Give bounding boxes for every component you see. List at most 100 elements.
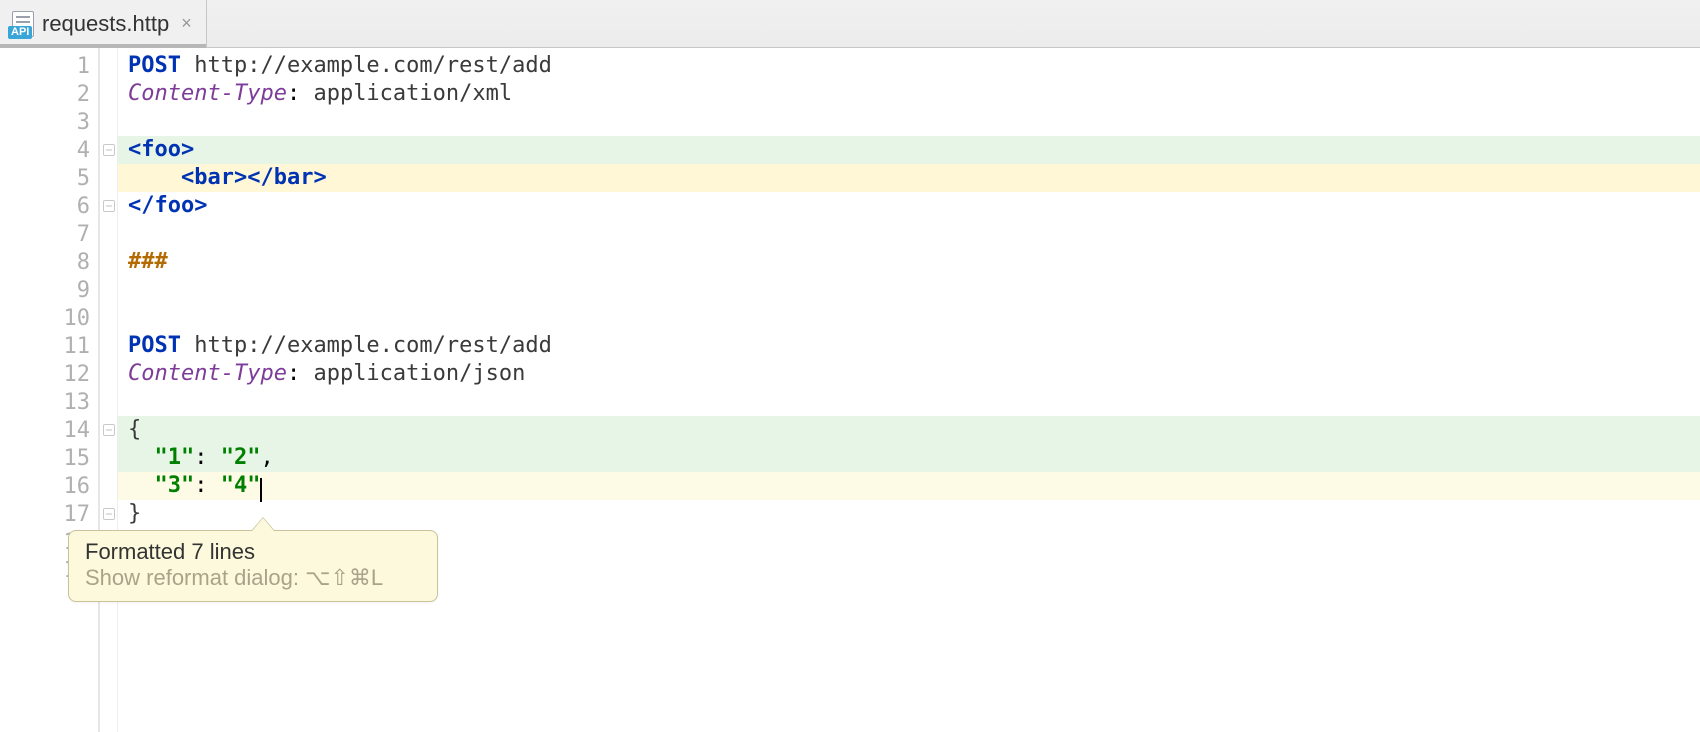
code-line[interactable]: <foo> [118,136,1700,164]
code-line[interactable] [118,276,1700,304]
line-number: 1 [62,54,90,79]
fold-toggle-icon[interactable] [103,200,115,212]
fold-row [100,80,117,108]
xml-tag: foo [141,137,181,162]
line-number: 15 [62,446,90,471]
tab-label: requests.http [42,11,169,37]
code-line[interactable]: ### [118,248,1700,276]
json-key: "3" [155,473,195,498]
fold-row [100,248,117,276]
json-value: "4" [221,473,261,498]
tooltip-title: Formatted 7 lines [85,539,421,565]
line-number: 6 [62,194,90,219]
tab-requests-http[interactable]: API requests.http × [0,0,207,47]
gutter-row[interactable]: 16 [0,472,98,500]
fold-row [100,192,117,220]
gutter-row[interactable]: 1 [0,52,98,80]
line-number: 2 [62,82,90,107]
json-key: "1" [155,445,195,470]
code-line[interactable] [118,304,1700,332]
line-number: 12 [62,362,90,387]
header-name: Content-Type [128,81,287,106]
line-number: 11 [62,334,90,359]
fold-row [100,388,117,416]
gutter-row[interactable]: 17 [0,500,98,528]
close-icon[interactable]: × [181,13,192,34]
editor: 12345678910111213141516171819 POST http:… [0,48,1700,732]
request-url: http://example.com/rest/add [194,53,552,78]
text-caret [260,478,262,502]
code-line[interactable] [118,388,1700,416]
line-number: 7 [62,222,90,247]
xml-tag: bar [194,165,234,190]
line-number: 4 [62,138,90,163]
fold-row [100,416,117,444]
code-line[interactable]: "1": "2", [118,444,1700,472]
request-url: http://example.com/rest/add [194,333,552,358]
http-method: POST [128,333,181,358]
line-number: 13 [62,390,90,415]
fold-toggle-icon[interactable] [103,424,115,436]
header-value: application/json [313,361,525,386]
code-line[interactable]: POST http://example.com/rest/add [118,332,1700,360]
fold-row [100,304,117,332]
xml-tag: bar [274,165,314,190]
fold-row [100,52,117,80]
fold-row [100,164,117,192]
gutter-row[interactable]: 12 [0,360,98,388]
http-file-icon: API [10,11,36,37]
header-name: Content-Type [128,361,287,386]
xml-tag: foo [155,193,195,218]
notification-tooltip: Formatted 7 lines Show reformat dialog: … [68,530,438,602]
gutter-row[interactable]: 11 [0,332,98,360]
fold-row [100,276,117,304]
line-number: 17 [62,502,90,527]
fold-toggle-icon[interactable] [103,144,115,156]
gutter-row[interactable]: 8 [0,248,98,276]
file-icon-badge: API [8,26,32,39]
request-separator: ### [128,249,168,274]
code-line[interactable]: Content-Type: application/json [118,360,1700,388]
fold-row [100,360,117,388]
code-line[interactable]: { [118,416,1700,444]
gutter-row[interactable]: 13 [0,388,98,416]
fold-toggle-icon[interactable] [103,508,115,520]
gutter-row[interactable]: 6 [0,192,98,220]
line-number: 3 [62,110,90,135]
gutter-row[interactable]: 5 [0,164,98,192]
line-number: 10 [62,306,90,331]
http-method: POST [128,53,181,78]
line-number: 14 [62,418,90,443]
code-line[interactable]: </foo> [118,192,1700,220]
code-line[interactable]: POST http://example.com/rest/add [118,52,1700,80]
gutter-row[interactable]: 2 [0,80,98,108]
header-value: application/xml [313,81,512,106]
code-area[interactable]: POST http://example.com/rest/add Content… [118,48,1700,732]
json-brace: { [128,417,141,442]
code-line[interactable]: <bar></bar> [118,164,1700,192]
line-number: 5 [62,166,90,191]
gutter-row[interactable]: 14 [0,416,98,444]
fold-row [100,332,117,360]
line-number: 8 [62,250,90,275]
gutter-row[interactable]: 3 [0,108,98,136]
code-line[interactable]: "3": "4" [118,472,1700,500]
fold-row [100,108,117,136]
code-line[interactable]: Content-Type: application/xml [118,80,1700,108]
gutter-row[interactable]: 15 [0,444,98,472]
gutter-row[interactable]: 4 [0,136,98,164]
json-brace: } [128,501,141,526]
fold-row [100,472,117,500]
fold-row [100,500,117,528]
code-line[interactable] [118,220,1700,248]
gutter-row[interactable]: 7 [0,220,98,248]
code-line[interactable] [118,108,1700,136]
fold-column [100,48,118,732]
fold-row [100,220,117,248]
gutter-row[interactable]: 9 [0,276,98,304]
code-line[interactable]: } [118,500,1700,528]
gutter: 12345678910111213141516171819 [0,48,100,732]
tooltip-arrow-icon [251,517,275,531]
gutter-row[interactable]: 10 [0,304,98,332]
fold-row [100,444,117,472]
